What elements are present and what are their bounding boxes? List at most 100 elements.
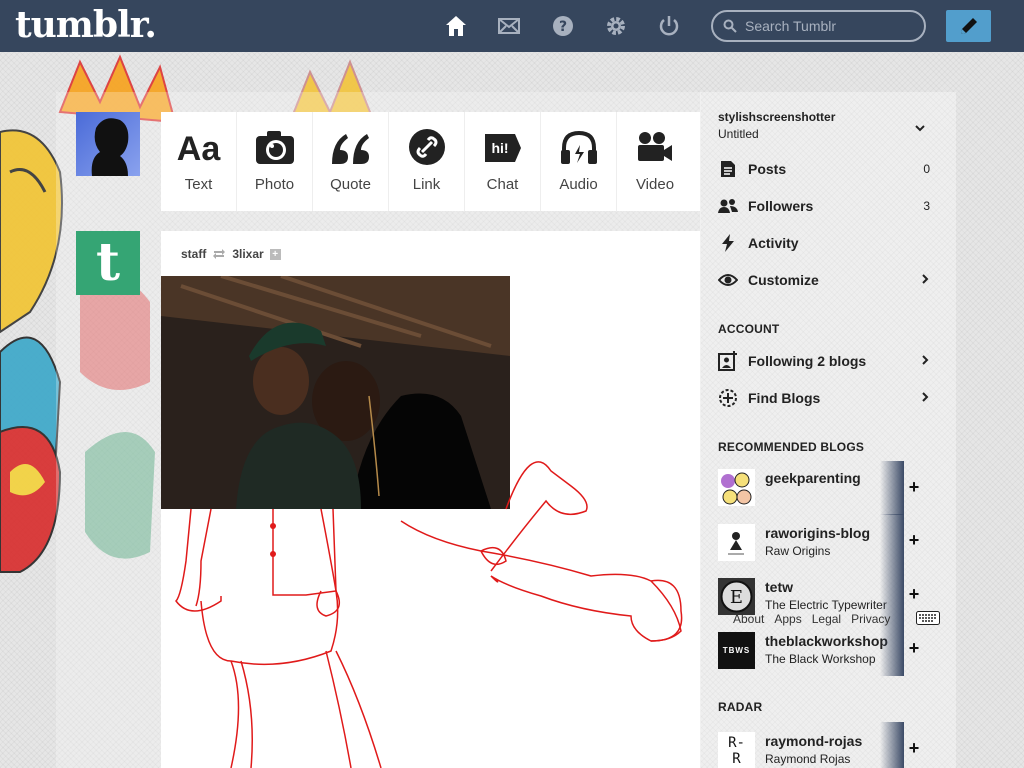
sidebar-item-label: Activity [748,235,799,251]
footer-links: About Apps Legal Privacy [733,612,905,626]
sidebar-item-label: Following 2 blogs [748,353,867,369]
follow-plus-icon[interactable]: + [904,584,924,604]
logout-icon[interactable] [656,13,682,39]
fade-overlay [880,622,904,676]
sidebar-item-find-blogs[interactable]: Find Blogs [718,385,930,411]
blog-title: Untitled [718,127,759,141]
eye-icon [718,270,738,290]
settings-icon[interactable] [603,13,629,39]
followers-icon [718,196,738,216]
recommended-blog[interactable]: raworigins-blog Raw Origins + [718,514,919,578]
blog-name: raymond-rojas [765,733,863,749]
red-line-drawing [175,461,683,768]
search-icon [723,19,737,33]
fade-overlay [880,514,904,568]
footer-link-apps[interactable]: Apps [774,612,801,626]
post-type-label: Photo [254,176,295,193]
blog-title: Raymond Rojas [765,752,851,766]
recommended-section-title: RECOMMENDED BLOGS [718,440,865,454]
post-type-video[interactable]: Video [617,112,693,211]
blog-title: The Black Workshop [765,652,876,666]
post-type-label: Audio [559,176,598,193]
blog-name: theblackworkshop [765,633,888,649]
follow-plus-icon[interactable]: + [904,477,924,497]
messages-icon[interactable] [496,13,522,39]
radar-blog[interactable]: R-R raymond-rojas Raymond Rojas + [718,722,919,768]
post-type-photo[interactable]: Photo [237,112,313,211]
radar-section-title: RADAR [718,700,763,714]
blog-name[interactable]: stylishscreenshotter [718,110,835,124]
quote-icon [331,134,369,164]
user-avatar[interactable] [76,112,140,176]
followers-count: 3 [923,199,930,213]
reblogger-avatar[interactable]: t [76,231,140,295]
headphones-icon [560,130,597,164]
chevron-right-icon [920,391,930,406]
post-type-text[interactable]: Aa Text [161,112,237,211]
activity-icon [718,233,738,253]
help-icon[interactable]: ? [550,13,576,39]
search-input[interactable] [745,18,915,34]
blog-avatar [718,524,755,561]
recommended-blog[interactable]: TBWS theblackworkshop The Black Workshop… [718,622,919,686]
post-type-bar: Aa Text Photo Quote Link hi! Chat Audio … [161,112,700,211]
svg-text:E: E [730,587,743,608]
pencil-icon [960,18,977,34]
footer-link-legal[interactable]: Legal [812,612,841,626]
sidebar-item-posts[interactable]: Posts 0 [718,156,930,182]
svg-text:hi!: hi! [491,140,508,156]
post-type-quote[interactable]: Quote [313,112,389,211]
sidebar-item-label: Posts [748,161,787,177]
chevron-down-icon[interactable] [914,121,926,139]
link-icon [408,129,445,165]
blog-avatar: E [718,578,755,615]
keyboard-shortcuts-icon[interactable] [916,611,940,630]
home-icon[interactable] [443,13,469,39]
blog-name: raworigins-blog [765,525,870,541]
posts-count: 0 [923,162,930,176]
sidebar-item-label: Customize [748,272,819,288]
compose-button[interactable] [946,10,991,42]
top-navigation-bar: tumblr. ? [0,0,1024,52]
chevron-right-icon [920,273,930,288]
blog-title: Raw Origins [765,544,831,558]
camera-icon [255,131,294,164]
blog-avatar [718,469,755,506]
fade-overlay [880,722,904,768]
follow-plus-icon[interactable]: + [904,638,924,658]
sidebar-item-label: Find Blogs [748,390,821,406]
find-blogs-icon [718,388,738,408]
chevron-right-icon [920,354,930,369]
post-type-label: Link [412,176,441,193]
post-type-label: Quote [330,176,371,193]
sidebar-item-customize[interactable]: Customize [718,267,930,293]
footer-link-about[interactable]: About [733,612,764,626]
svg-text:?: ? [559,19,567,35]
post-type-audio[interactable]: Audio [541,112,617,211]
blog-name: tetw [765,579,793,595]
following-icon [718,351,738,371]
video-camera-icon [638,132,672,161]
follow-plus-icon[interactable]: + [904,530,924,550]
text-icon: Aa [176,130,221,168]
fade-overlay [880,461,904,515]
post-type-link[interactable]: Link [389,112,465,211]
post-type-label: Chat [486,176,519,193]
post-type-chat[interactable]: hi! Chat [465,112,541,211]
dashboard-post: staff 3lixar + [161,231,700,768]
sidebar-item-activity[interactable]: Activity [718,230,930,256]
post-type-label: Text [184,176,213,193]
chat-icon: hi! [484,134,521,162]
recommended-blog[interactable]: geekparenting + [718,461,919,523]
tumblr-logo[interactable]: tumblr. [15,4,157,46]
follow-plus-icon[interactable]: + [904,738,924,758]
post-type-label: Video [635,176,675,193]
footer-link-privacy[interactable]: Privacy [851,612,890,626]
sidebar-item-following[interactable]: Following 2 blogs [718,348,930,374]
sidebar-item-followers[interactable]: Followers 3 [718,193,930,219]
blog-avatar: TBWS [718,632,755,669]
search-box[interactable] [711,10,926,42]
blog-title: The Electric Typewriter [765,598,887,612]
blog-avatar: R-R [718,732,755,768]
posts-icon [718,159,738,179]
